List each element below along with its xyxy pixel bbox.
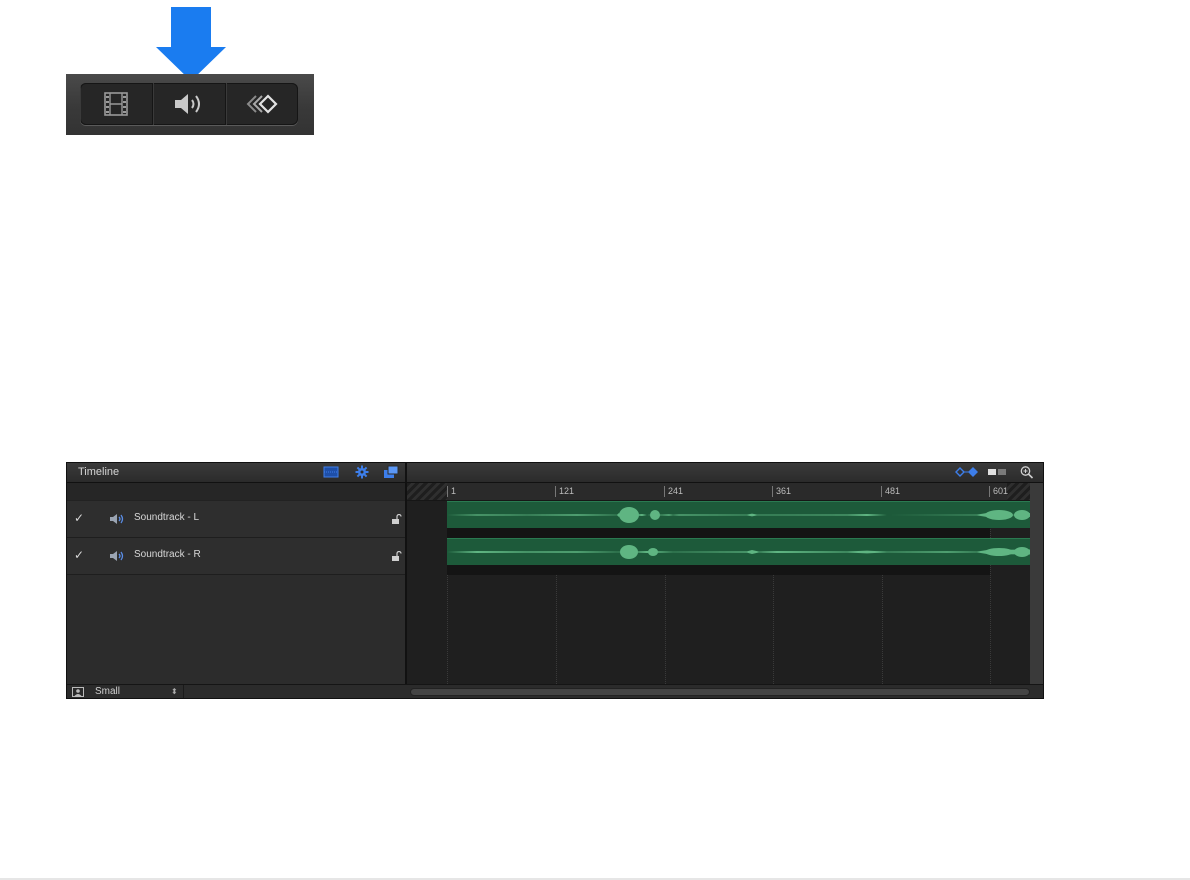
keyframes-segment-button[interactable] — [226, 83, 298, 125]
ruler-tick-label: 121 — [555, 486, 574, 497]
select-arrows-icon: ⬍ — [171, 687, 178, 696]
timeline-title: Timeline — [78, 466, 120, 478]
thumbnail-size-select[interactable]: Small ⬍ — [93, 685, 184, 698]
clip-underbar — [447, 565, 990, 575]
gear-icon[interactable] — [354, 465, 370, 479]
track-name: Soundtrack - R — [134, 549, 201, 560]
ruler-hatch-end — [1007, 483, 1030, 500]
time-ruler[interactable]: 1 121 241 361 481 601 — [407, 483, 1030, 501]
timeline-header: Timeline — [67, 463, 1043, 483]
audio-waveform — [447, 507, 1030, 523]
header-divider — [405, 463, 407, 482]
unlock-icon[interactable] — [391, 551, 402, 561]
ruler-tick-label: 1 — [447, 486, 456, 497]
audio-clip-right[interactable] — [447, 538, 1030, 565]
size-select-value: Small — [95, 686, 121, 697]
track-area[interactable]: 1 121 241 361 481 601 — [407, 483, 1030, 684]
track-height-icon[interactable] — [987, 465, 1007, 479]
ruler-tick-label: 601 — [989, 486, 1008, 497]
timeline-footer: Small ⬍ — [67, 684, 1043, 698]
grid-line — [990, 501, 991, 684]
layers-stack-icon[interactable] — [383, 465, 399, 479]
ruler-hatch-start — [407, 483, 447, 500]
track-row[interactable]: ✓ Soundtrack - L — [67, 501, 405, 538]
ruler-tick-label: 241 — [664, 486, 683, 497]
zoom-icon[interactable] — [1019, 465, 1035, 479]
speaker-icon — [175, 94, 200, 114]
audio-clip-left[interactable] — [447, 501, 1030, 528]
track-row[interactable]: ✓ Soundtrack - R — [67, 538, 405, 575]
audio-segment-button[interactable] — [153, 83, 226, 125]
video-segment-button[interactable] — [80, 83, 153, 125]
track-enable-checkbox[interactable]: ✓ — [74, 511, 84, 525]
unlock-icon[interactable] — [391, 514, 402, 524]
audio-waveform — [447, 545, 1030, 559]
speaker-icon — [110, 514, 124, 524]
layers-list-header — [67, 483, 405, 501]
layer-thumbnail-icon[interactable] — [72, 687, 84, 697]
keyframe-icon — [246, 94, 278, 114]
keyframe-toggle-icon[interactable] — [955, 465, 979, 479]
ruler-tick-label: 361 — [772, 486, 791, 497]
horizontal-scrollbar[interactable] — [410, 688, 1030, 696]
timeline-panel: Timeline ✓ Soundtrack - L ✓ Soundtrack -… — [66, 462, 1044, 699]
layers-list: ✓ Soundtrack - L ✓ Soundtrack - R — [67, 483, 405, 684]
grid-view-icon[interactable] — [323, 465, 339, 479]
media-type-toolbar — [66, 74, 314, 135]
media-type-segmented-control — [80, 83, 298, 125]
vertical-scrollbar[interactable] — [1030, 483, 1043, 698]
clip-underbar — [447, 528, 990, 538]
speaker-icon — [110, 551, 124, 561]
ruler-tick-label: 481 — [881, 486, 900, 497]
pointer-arrow-icon — [156, 7, 226, 81]
track-name: Soundtrack - L — [134, 512, 200, 523]
track-enable-checkbox[interactable]: ✓ — [74, 548, 84, 562]
filmstrip-icon — [104, 92, 128, 116]
